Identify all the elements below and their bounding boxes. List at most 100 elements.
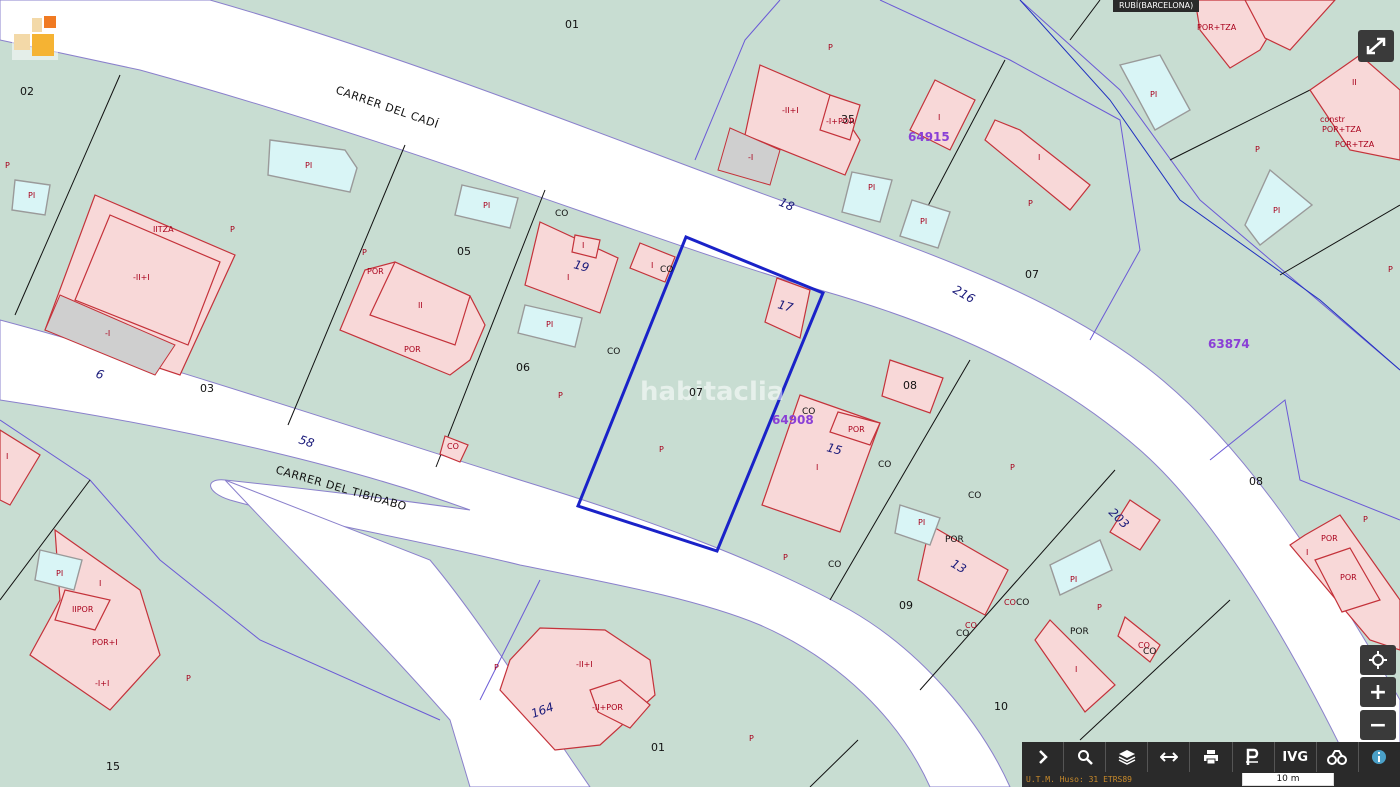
svg-text:POR: POR xyxy=(367,267,384,276)
parcel-number: 06 xyxy=(516,361,530,374)
svg-text:CO: CO xyxy=(1143,647,1156,657)
zoom-in-button[interactable]: + xyxy=(1360,677,1396,707)
svg-text:PI: PI xyxy=(868,183,875,192)
svg-text:P: P xyxy=(362,248,367,257)
svg-text:II: II xyxy=(1352,78,1357,87)
svg-text:PI: PI xyxy=(483,201,490,210)
svg-text:I: I xyxy=(1075,665,1077,674)
parcel-number: 05 xyxy=(457,245,471,258)
svg-text:I: I xyxy=(1038,153,1040,162)
svg-text:CO: CO xyxy=(956,629,969,639)
svg-text:POR+TZA: POR+TZA xyxy=(1322,125,1362,134)
measure-button[interactable] xyxy=(1148,742,1191,772)
svg-text:PI: PI xyxy=(1273,206,1280,215)
svg-text:CO: CO xyxy=(607,347,620,357)
parcel-number: 10 xyxy=(994,700,1008,713)
svg-text:POR: POR xyxy=(848,425,865,434)
svg-text:P: P xyxy=(749,734,754,743)
parcel-number: 15 xyxy=(106,760,120,773)
parcel-number: 01 xyxy=(651,741,665,754)
svg-text:CO: CO xyxy=(968,491,981,501)
svg-text:-II+I: -II+I xyxy=(782,106,799,115)
svg-text:P: P xyxy=(494,663,499,672)
svg-text:IITZA: IITZA xyxy=(153,225,174,234)
fullscreen-button[interactable] xyxy=(1358,30,1394,62)
svg-text:constr: constr xyxy=(1320,115,1346,124)
svg-text:I: I xyxy=(1306,548,1308,557)
parcel-number: 02 xyxy=(20,85,34,98)
svg-text:CO: CO xyxy=(660,265,673,275)
svg-text:-I+I: -I+I xyxy=(95,679,109,688)
svg-text:CO: CO xyxy=(878,460,891,470)
share-button[interactable] xyxy=(1317,742,1359,772)
measure-arrows-icon xyxy=(1159,752,1178,762)
parking-button[interactable] xyxy=(1233,742,1275,772)
svg-text:POR: POR xyxy=(1321,534,1338,543)
parcel-number: 01 xyxy=(565,18,579,31)
parcel-number: 07 xyxy=(1025,268,1039,281)
svg-text:P: P xyxy=(659,445,664,454)
svg-text:CO: CO xyxy=(1016,598,1029,608)
svg-text:-II+POR: -II+POR xyxy=(592,703,623,712)
svg-text:P: P xyxy=(783,553,788,562)
print-button[interactable] xyxy=(1190,742,1233,772)
info-icon xyxy=(1372,750,1387,764)
search-button[interactable] xyxy=(1064,742,1107,772)
parcel-number: 08 xyxy=(903,379,917,392)
svg-text:P: P xyxy=(558,391,563,400)
cadastral-map[interactable]: habitaclia CARRER DEL CADÍ CARRER DEL TI… xyxy=(0,0,1400,787)
svg-text:P: P xyxy=(828,43,833,52)
municipality-label: RUBÍ(BARCELONA) xyxy=(1113,0,1200,12)
svg-text:-II+I: -II+I xyxy=(133,273,150,282)
zoom-out-button[interactable]: − xyxy=(1360,710,1396,740)
search-icon xyxy=(1077,750,1093,765)
svg-text:P: P xyxy=(1028,199,1033,208)
svg-text:POR: POR xyxy=(404,345,421,354)
svg-text:POR+TZA: POR+TZA xyxy=(1197,23,1237,32)
svg-text:-I+POR: -I+POR xyxy=(826,117,855,126)
polygon-number: 64915 xyxy=(908,130,950,144)
svg-text:PI: PI xyxy=(918,518,925,527)
svg-text:I: I xyxy=(938,113,940,122)
svg-text:P: P xyxy=(1097,603,1102,612)
svg-text:PI: PI xyxy=(305,161,312,170)
locate-button[interactable] xyxy=(1360,645,1396,675)
svg-text:PI: PI xyxy=(28,191,35,200)
svg-text:P: P xyxy=(1388,265,1393,274)
svg-text:I: I xyxy=(567,273,569,282)
svg-text:PI: PI xyxy=(1150,90,1157,99)
svg-text:-II+I: -II+I xyxy=(576,660,593,669)
polygon-number: 63874 xyxy=(1208,337,1250,351)
layers-icon xyxy=(1118,750,1136,765)
svg-text:-I: -I xyxy=(748,153,753,162)
expand-icon xyxy=(1366,37,1386,55)
svg-text:POR+I: POR+I xyxy=(92,638,118,647)
svg-text:POR: POR xyxy=(1070,627,1089,637)
svg-text:P: P xyxy=(1363,515,1368,524)
svg-text:PI: PI xyxy=(56,569,63,578)
parcel-number: 08 xyxy=(1249,475,1263,488)
svg-text:PI: PI xyxy=(920,217,927,226)
info-button[interactable] xyxy=(1359,742,1400,772)
layers-button[interactable] xyxy=(1106,742,1149,772)
svg-text:POR+TZA: POR+TZA xyxy=(1335,140,1375,149)
ivg-button[interactable]: IVG xyxy=(1275,742,1317,772)
utm-label: U.T.M. Huso: 31 ETRS89 xyxy=(1026,775,1132,784)
svg-text:P: P xyxy=(5,161,10,170)
svg-text:I: I xyxy=(582,241,584,250)
svg-text:-I: -I xyxy=(105,329,110,338)
expand-toolbar-button[interactable] xyxy=(1022,742,1065,772)
svg-text:I: I xyxy=(651,261,653,270)
svg-text:CO: CO xyxy=(828,560,841,570)
printer-icon xyxy=(1203,750,1218,765)
crosshair-icon xyxy=(1369,651,1387,669)
parcel-number: 07 xyxy=(689,386,703,399)
svg-text:P: P xyxy=(186,674,191,683)
scale-bar: 10 m xyxy=(1242,773,1334,786)
svg-text:CO: CO xyxy=(1004,598,1016,607)
svg-text:P: P xyxy=(1010,463,1015,472)
svg-text:II: II xyxy=(418,301,423,310)
svg-text:PI: PI xyxy=(546,320,553,329)
svg-text:I: I xyxy=(816,463,818,472)
svg-text:POR: POR xyxy=(1340,573,1357,582)
